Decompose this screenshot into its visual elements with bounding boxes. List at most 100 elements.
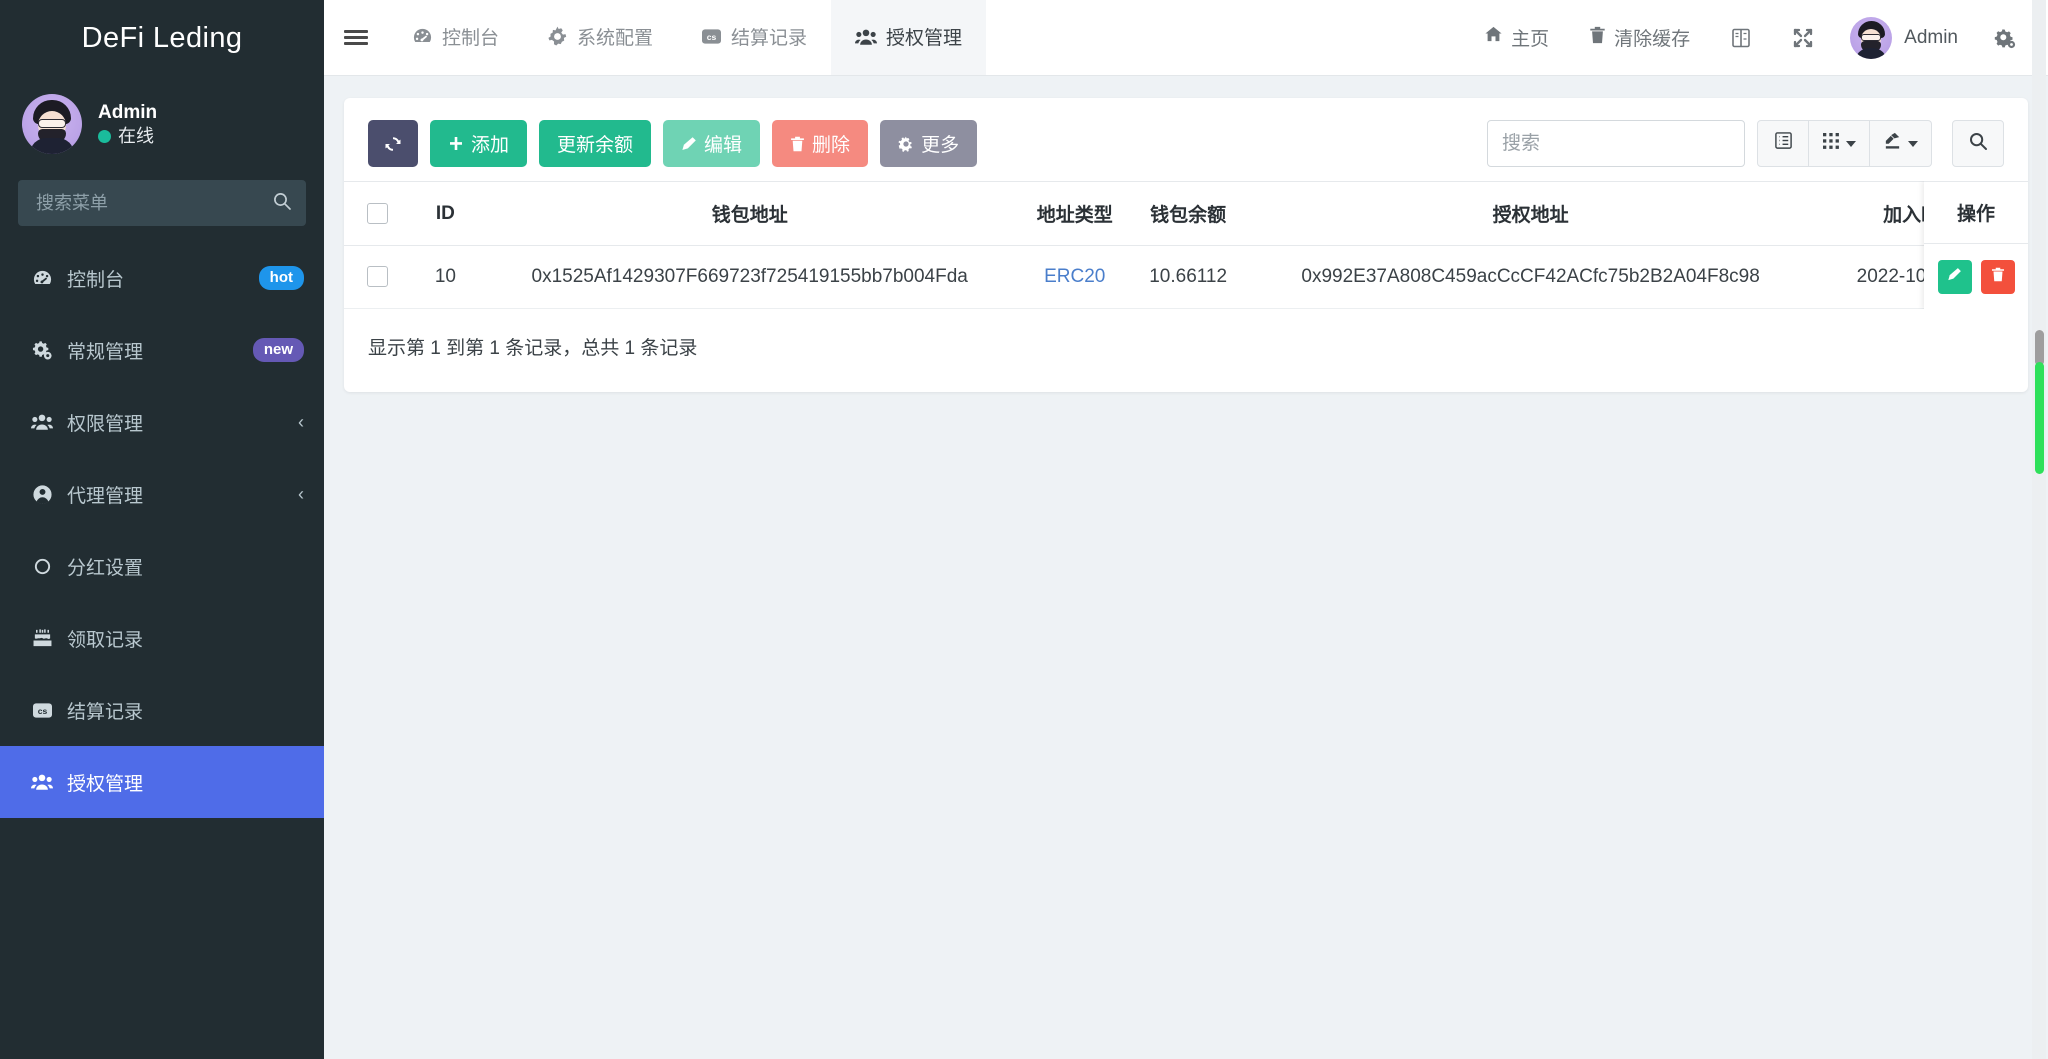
sidebar-item-2[interactable]: 权限管理 ‹ (0, 386, 324, 458)
home-icon (1484, 25, 1503, 50)
cogs-icon (27, 340, 57, 361)
column-header-balance[interactable]: 钱包余额 (1129, 181, 1248, 246)
nav-action-home[interactable]: 主页 (1464, 0, 1569, 76)
cell-type: ERC20 (1020, 245, 1130, 309)
main-area: 控制台 系统配置 cs 结算记录 授权管理 主页 清除缓存 Admin 添加 更… (324, 0, 2048, 1059)
row-delete-button[interactable] (1980, 259, 2015, 294)
column-header-operations: 操作 (1924, 181, 2028, 244)
search-icon[interactable] (272, 191, 292, 215)
tab-label: 系统配置 (577, 28, 654, 49)
list-columns-icon (1774, 131, 1793, 156)
app-root: DeFi Leding Admin 在线 控制台 hot 常规管理 new 权限管理 ‹ (0, 0, 2048, 1059)
edit-button[interactable]: 编辑 (663, 120, 761, 167)
refresh-icon (384, 135, 402, 153)
column-header-type[interactable]: 地址类型 (1020, 181, 1130, 246)
cc-icon: cs (701, 27, 722, 46)
gear-icon (898, 136, 914, 152)
chevron-down-icon (1846, 140, 1856, 147)
chevron-down-icon (1908, 140, 1918, 147)
sidebar-item-label: 控制台 (67, 269, 125, 291)
select-all-checkbox[interactable] (367, 202, 389, 224)
table-card: 添加 更新余额 编辑 删除 更多 搜索 ID 钱包地址 地址类型 钱包余额 授权… (344, 98, 2028, 392)
tab-1[interactable]: 系统配置 (523, 0, 677, 75)
nav-action-clear-cache[interactable]: 清除缓存 (1569, 0, 1710, 76)
delete-button[interactable]: 删除 (772, 120, 869, 167)
more-button[interactable]: 更多 (880, 120, 978, 167)
sidebar-item-7[interactable]: 授权管理 (0, 746, 324, 818)
sidebar-item-label: 授权管理 (67, 773, 144, 795)
page-scrollbar[interactable] (2032, 0, 2046, 1059)
sidebar-item-4[interactable]: 分红设置 (0, 530, 324, 602)
sidebar-item-6[interactable]: cs 结算记录 (0, 674, 324, 746)
sidebar-menu: 控制台 hot 常规管理 new 权限管理 ‹ 代理管理 ‹ 分红设置领取记录 cs 结算记录授权管… (0, 242, 324, 1059)
cogs-icon[interactable] (1974, 0, 2036, 76)
tab-2[interactable]: cs 结算记录 (677, 0, 831, 75)
tab-0[interactable]: 控制台 (388, 0, 523, 75)
sidebar-user-panel[interactable]: Admin 在线 (0, 76, 324, 172)
cell-auth: 0x992E37A808C459acCcCF42ACfc75b2B2A04F8c… (1247, 245, 1815, 309)
tab-label: 结算记录 (731, 28, 808, 49)
export-icon-button[interactable] (1870, 120, 1932, 167)
sidebar: DeFi Leding Admin 在线 控制台 hot 常规管理 new 权限管理 ‹ (0, 0, 324, 1059)
sidebar-item-badge: new (252, 338, 304, 362)
sidebar-item-label: 常规管理 (67, 341, 144, 363)
users-icon (27, 412, 57, 432)
navbar-user[interactable]: Admin (1834, 16, 1974, 59)
menu-search[interactable] (18, 180, 306, 226)
plus-icon (448, 136, 464, 152)
sidebar-item-5[interactable]: 领取记录 (0, 602, 324, 674)
cc-icon: cs (27, 701, 57, 720)
sidebar-item-label: 领取记录 (67, 629, 144, 651)
update-balance-button[interactable]: 更新余额 (539, 120, 652, 167)
column-header-wallet[interactable]: 钱包地址 (479, 181, 1021, 246)
search-button[interactable] (1952, 120, 2004, 167)
table-row[interactable]: 10 0x1525Af1429307F669723f725419155bb7b0… (344, 245, 2028, 309)
birthday-cake-icon (27, 628, 57, 648)
navbar: 控制台 系统配置 cs 结算记录 授权管理 主页 清除缓存 Admin (324, 0, 2048, 76)
menu-search-input[interactable] (34, 191, 272, 215)
fullscreen-icon[interactable] (1772, 0, 1834, 76)
update-balance-button-label: 更新余额 (557, 135, 634, 156)
users-icon (27, 772, 57, 792)
trash-icon (790, 136, 805, 152)
table-footer-info: 显示第 1 到第 1 条记录，总共 1 条记录 (368, 338, 698, 359)
operations-column: 操作 (1924, 181, 2028, 309)
sidebar-item-1[interactable]: 常规管理 new (0, 314, 324, 386)
view-options-group (1757, 120, 1932, 167)
column-header-id[interactable]: ID (411, 181, 480, 246)
hamburger-icon[interactable] (324, 0, 388, 75)
refresh-button[interactable] (368, 120, 418, 167)
cell-wallet: 0x1525Af1429307F669723f725419155bb7b004F… (479, 245, 1021, 309)
sidebar-item-label: 分红设置 (67, 557, 144, 579)
cell-balance: 10.66112 (1129, 245, 1248, 309)
dashboard-icon (27, 268, 57, 289)
sidebar-item-label: 结算记录 (67, 701, 144, 723)
svg-text:cs: cs (37, 705, 47, 715)
online-dot-icon (98, 129, 111, 143)
grid-icon-button[interactable] (1809, 120, 1870, 167)
tab-label: 授权管理 (886, 28, 963, 49)
sidebar-item-0[interactable]: 控制台 hot (0, 242, 324, 314)
row-edit-button[interactable] (1937, 259, 1972, 294)
add-button[interactable]: 添加 (430, 120, 528, 167)
sidebar-item-3[interactable]: 代理管理 ‹ (0, 458, 324, 530)
navbar-left: 控制台 系统配置 cs 结算记录 授权管理 (324, 0, 987, 75)
table-wrapper: ID 钱包地址 地址类型 钱包余额 授权地址 加入时间 10 0x1525Af1… (344, 181, 2028, 309)
tab-3[interactable]: 授权管理 (831, 0, 987, 75)
row-checkbox[interactable] (367, 266, 389, 288)
sidebar-item-label: 代理管理 (67, 485, 144, 507)
sidebar-user-status: 在线 (98, 127, 157, 145)
table-header-row: ID 钱包地址 地址类型 钱包余额 授权地址 加入时间 (344, 181, 2028, 246)
address-type-link[interactable]: ERC20 (1044, 266, 1105, 287)
list-columns-icon-button[interactable] (1757, 120, 1809, 167)
theme-icon[interactable] (1710, 0, 1772, 76)
user-circle-icon (27, 484, 57, 505)
add-button-label: 添加 (471, 135, 510, 156)
chevron-left-icon: ‹ (298, 484, 304, 504)
data-table: ID 钱包地址 地址类型 钱包余额 授权地址 加入时间 10 0x1525Af1… (344, 181, 2028, 309)
search-icon (1968, 131, 1988, 157)
scrollbar-thumb[interactable] (2035, 362, 2044, 474)
search-input[interactable] (1487, 120, 1745, 167)
navbar-tabs: 控制台 系统配置 cs 结算记录 授权管理 (388, 0, 987, 75)
column-header-auth[interactable]: 授权地址 (1247, 181, 1815, 246)
